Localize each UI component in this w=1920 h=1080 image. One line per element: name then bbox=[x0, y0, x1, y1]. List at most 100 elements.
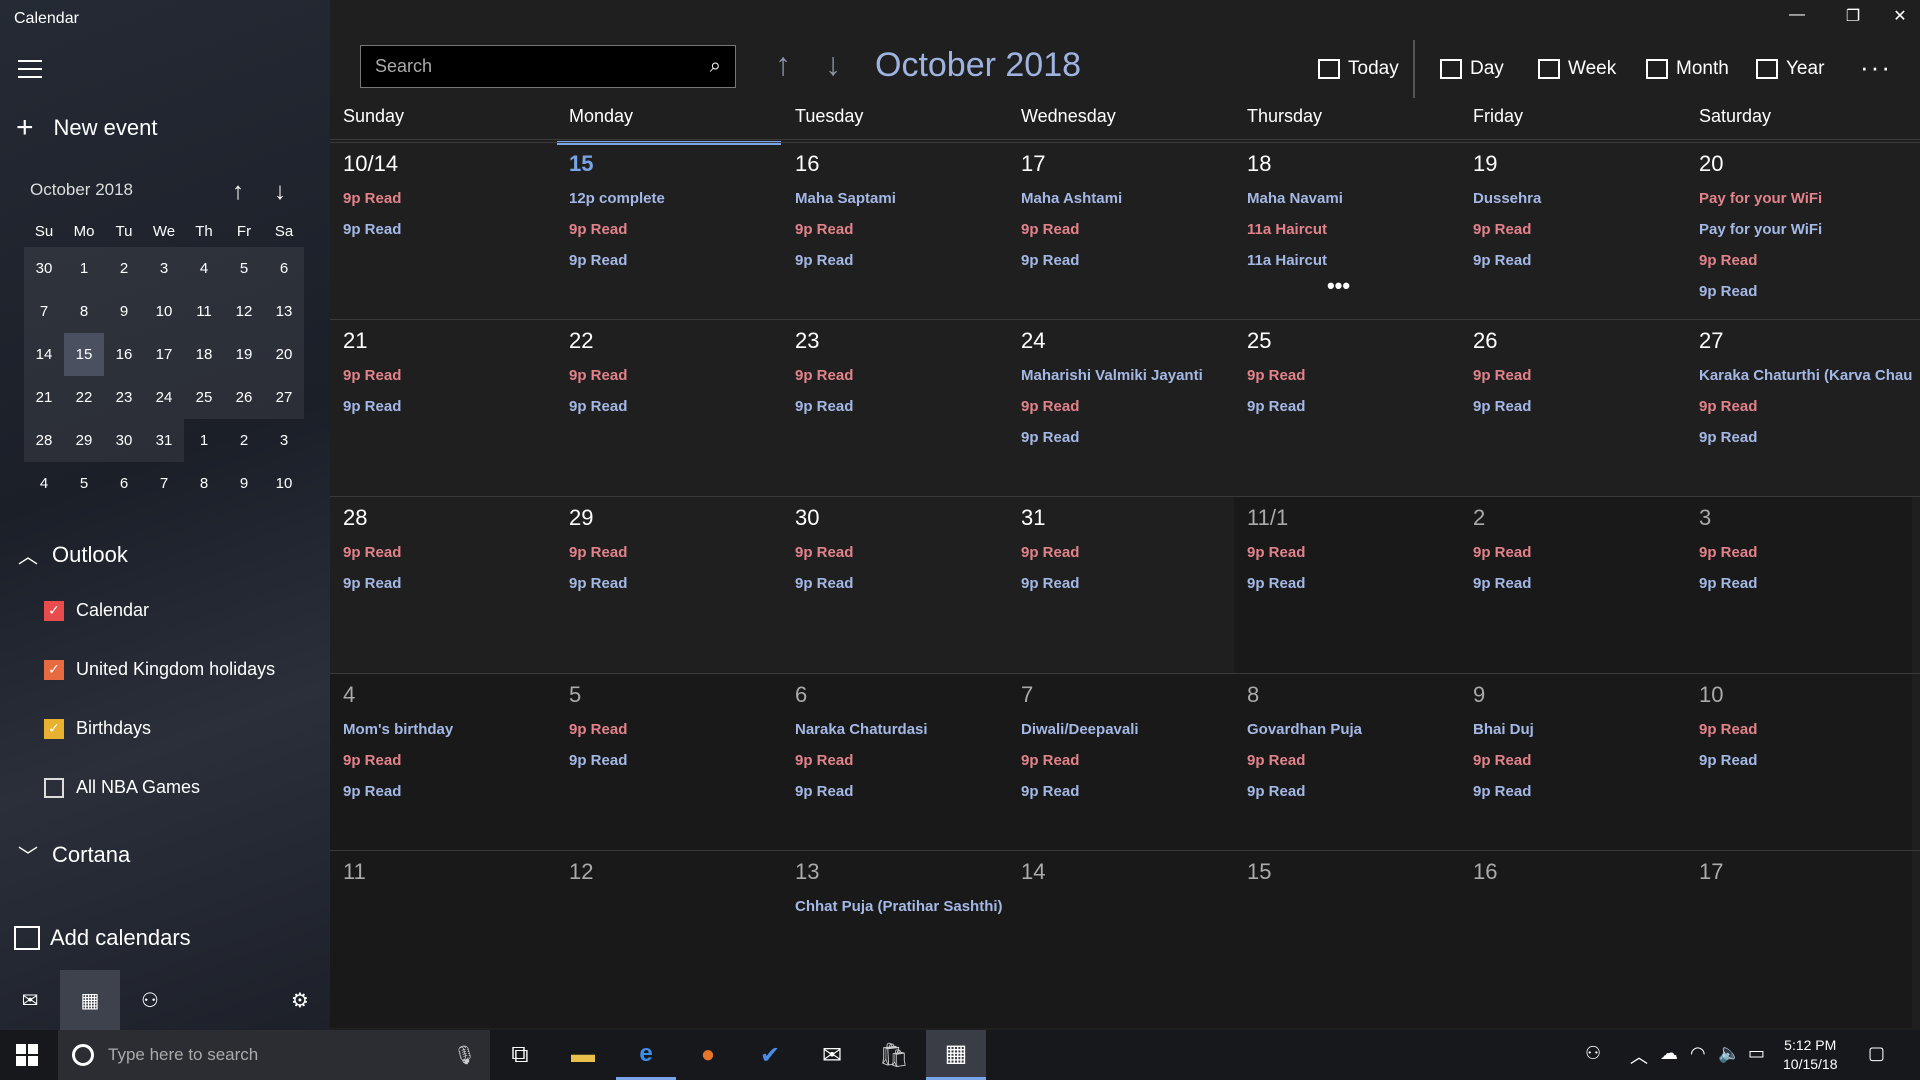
calendar-toggle[interactable]: All NBA Games bbox=[44, 777, 200, 798]
outlook-section-header[interactable]: ︿ Outlook bbox=[18, 540, 128, 569]
day-cell[interactable]: 30 9p Read 9p Read bbox=[782, 497, 1008, 674]
mini-calendar-day[interactable]: 13 bbox=[264, 290, 304, 333]
action-center-icon[interactable]: ▢ bbox=[1868, 1043, 1885, 1064]
calendar-event[interactable]: Diwali/Deepavali bbox=[1021, 714, 1234, 745]
mini-calendar-day[interactable]: 28 bbox=[24, 419, 64, 462]
calendar-event[interactable]: 9p Read bbox=[569, 745, 782, 776]
day-cell[interactable]: 19 Dussehra 9p Read 9p Read bbox=[1460, 143, 1686, 320]
calendar-event[interactable]: Govardhan Puja bbox=[1247, 714, 1460, 745]
mini-calendar-day[interactable]: 4 bbox=[24, 462, 64, 505]
edge-browser-icon[interactable]: e bbox=[616, 1030, 676, 1080]
mini-calendar-day[interactable]: 6 bbox=[104, 462, 144, 505]
calendar-event[interactable]: 9p Read bbox=[1699, 391, 1912, 422]
day-cell[interactable]: 22 9p Read 9p Read bbox=[556, 320, 782, 497]
calendar-event[interactable]: 9p Read bbox=[1699, 745, 1912, 776]
store-icon[interactable]: 🛍 bbox=[864, 1030, 924, 1080]
taskbar-search-input[interactable] bbox=[108, 1045, 440, 1065]
mini-calendar-day[interactable]: 7 bbox=[24, 290, 64, 333]
calendar-event[interactable]: 9p Read bbox=[343, 391, 556, 422]
calendar-event[interactable]: 9p Read bbox=[795, 391, 1008, 422]
checkbox-checked-icon[interactable]: ✓ bbox=[44, 600, 64, 621]
mini-calendar-day[interactable]: 20 bbox=[264, 333, 304, 376]
wifi-icon[interactable]: ◠ bbox=[1690, 1043, 1706, 1064]
mini-calendar-day[interactable]: 15 bbox=[64, 333, 104, 376]
windows-start-icon[interactable] bbox=[16, 1044, 38, 1066]
mini-calendar-day[interactable]: 24 bbox=[144, 376, 184, 419]
todo-checkmark-icon[interactable]: ✔ bbox=[740, 1030, 800, 1080]
day-cell[interactable]: 9 Bhai Duj 9p Read 9p Read bbox=[1460, 674, 1686, 851]
calendar-event[interactable]: 9p Read bbox=[1247, 537, 1460, 568]
calendar-taskbar-icon[interactable]: ▦ bbox=[926, 1030, 986, 1080]
mini-calendar-day[interactable]: 30 bbox=[24, 247, 64, 290]
calendar-event[interactable]: Karaka Chaturthi (Karva Chauth) bbox=[1699, 360, 1912, 391]
mini-calendar-day[interactable]: 10 bbox=[264, 462, 304, 505]
mini-calendar-day[interactable]: 12 bbox=[224, 290, 264, 333]
day-cell[interactable]: 5 9p Read 9p Read bbox=[556, 674, 782, 851]
calendar-event[interactable]: 9p Read bbox=[1473, 245, 1686, 276]
day-cell[interactable]: 7 Diwali/Deepavali 9p Read 9p Read bbox=[1008, 674, 1234, 851]
cortana-icon[interactable] bbox=[72, 1044, 94, 1066]
day-cell[interactable]: 15 12p complete 9p Read 9p Read bbox=[556, 143, 782, 320]
calendar-event[interactable]: Naraka Chaturdasi bbox=[795, 714, 1008, 745]
mini-calendar-day[interactable]: 26 bbox=[224, 376, 264, 419]
calendar-event[interactable]: 9p Read bbox=[1247, 776, 1460, 807]
restore-icon[interactable]: ❐ bbox=[1833, 6, 1873, 26]
add-calendars-button[interactable]: Add calendars bbox=[14, 925, 191, 951]
day-cell[interactable]: 15 bbox=[1234, 851, 1460, 1028]
month-view-button[interactable]: Month bbox=[1646, 58, 1729, 80]
day-cell[interactable]: 24 Maharishi Valmiki Jayanti 9p Read 9p Rea… bbox=[1008, 320, 1234, 497]
mini-calendar-day[interactable]: 22 bbox=[64, 376, 104, 419]
day-cell[interactable]: 31 9p Read 9p Read bbox=[1008, 497, 1234, 674]
day-cell[interactable]: 28 9p Read 9p Read bbox=[330, 497, 556, 674]
calendar-event[interactable]: 9p Read bbox=[343, 745, 556, 776]
calendar-app-icon[interactable]: ▦ bbox=[60, 970, 120, 1030]
calendar-event[interactable]: Pay for your WiFi bbox=[1699, 214, 1912, 245]
calendar-event[interactable]: 9p Read bbox=[795, 537, 1008, 568]
day-cell[interactable]: 16 bbox=[1460, 851, 1686, 1028]
calendar-event[interactable]: 9p Read bbox=[1473, 776, 1686, 807]
today-button[interactable]: Today bbox=[1318, 58, 1399, 80]
day-cell[interactable]: 11 bbox=[330, 851, 556, 1028]
calendar-event[interactable]: 9p Read bbox=[1473, 745, 1686, 776]
calendar-event[interactable]: 9p Read bbox=[1699, 568, 1912, 599]
calendar-event[interactable]: 9p Read bbox=[1473, 568, 1686, 599]
people-tray-icon[interactable]: ⚇ bbox=[1585, 1043, 1601, 1064]
file-explorer-icon[interactable]: ▬ bbox=[553, 1030, 613, 1080]
mini-calendar-next-icon[interactable]: ↓ bbox=[274, 178, 286, 206]
day-cell[interactable]: 18 Maha Navami 11a Haircut 11a Haircut ••• bbox=[1234, 143, 1460, 320]
calendar-event[interactable]: 9p Read bbox=[343, 776, 556, 807]
mini-calendar-day[interactable]: 1 bbox=[184, 419, 224, 462]
calendar-event[interactable]: 9p Read bbox=[795, 745, 1008, 776]
mini-calendar-prev-icon[interactable]: ↑ bbox=[232, 178, 244, 206]
mini-calendar-day[interactable]: 14 bbox=[24, 333, 64, 376]
day-cell[interactable]: 8 Govardhan Puja 9p Read 9p Read bbox=[1234, 674, 1460, 851]
onedrive-cloud-icon[interactable]: ☁ bbox=[1660, 1043, 1678, 1064]
calendar-event[interactable]: 9p Read bbox=[1247, 360, 1460, 391]
mini-calendar-day[interactable]: 8 bbox=[184, 462, 224, 505]
calendar-event[interactable]: 9p Read bbox=[1699, 714, 1912, 745]
day-cell[interactable]: 11/1 9p Read 9p Read bbox=[1234, 497, 1460, 674]
mini-calendar-day[interactable]: 18 bbox=[184, 333, 224, 376]
calendar-event[interactable]: 9p Read bbox=[1021, 214, 1234, 245]
calendar-event[interactable]: 9p Read bbox=[1699, 537, 1912, 568]
day-cell[interactable]: 3 9p Read 9p Read bbox=[1686, 497, 1912, 674]
mini-calendar-day[interactable]: 3 bbox=[264, 419, 304, 462]
calendar-toggle[interactable]: ✓ Calendar bbox=[44, 600, 149, 621]
taskbar-search-box[interactable]: 🎙 bbox=[58, 1030, 490, 1080]
year-view-button[interactable]: Year bbox=[1756, 58, 1824, 80]
day-cell[interactable]: 14 bbox=[1008, 851, 1234, 1028]
more-events-ellipsis[interactable]: ••• bbox=[1247, 276, 1460, 296]
calendar-toggle[interactable]: ✓ United Kingdom holidays bbox=[44, 659, 275, 680]
day-cell[interactable]: 27 Karaka Chaturthi (Karva Chauth) 9p Read… bbox=[1686, 320, 1912, 497]
search-box[interactable]: ⌕ bbox=[360, 45, 736, 88]
mail-icon[interactable]: ✉ bbox=[0, 970, 60, 1030]
mini-calendar-day[interactable]: 11 bbox=[184, 290, 224, 333]
calendar-event[interactable]: 9p Read bbox=[1473, 360, 1686, 391]
calendar-event[interactable]: 9p Read bbox=[795, 245, 1008, 276]
calendar-event[interactable]: 9p Read bbox=[569, 537, 782, 568]
day-cell[interactable]: 13 Chhat Puja (Pratihar Sashthi) bbox=[782, 851, 1008, 1028]
calendar-event[interactable]: 9p Read bbox=[1699, 245, 1912, 276]
calendar-toggle[interactable]: ✓ Birthdays bbox=[44, 718, 151, 739]
calendar-event[interactable]: 11a Haircut bbox=[1247, 214, 1460, 245]
calendar-event[interactable]: 9p Read bbox=[1247, 745, 1460, 776]
